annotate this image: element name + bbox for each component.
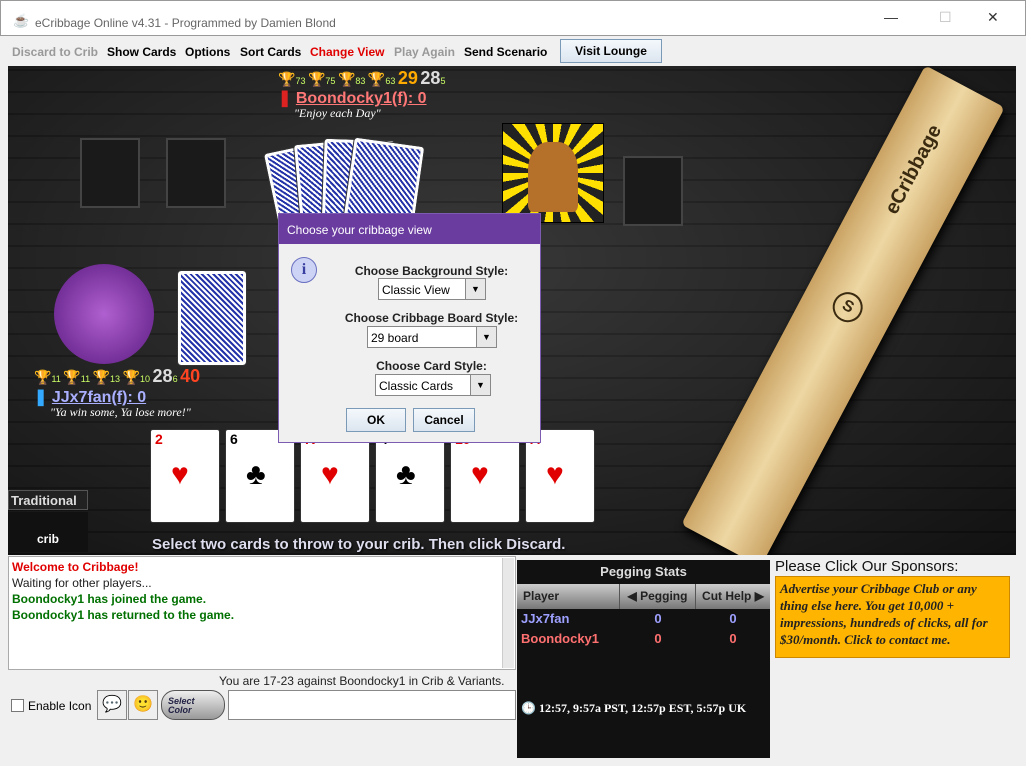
board-style-select[interactable]: 29 board ▼ (367, 326, 497, 348)
opponent-avatar[interactable] (502, 123, 604, 223)
silver-trophy-icon: 🏆 (63, 369, 81, 385)
chevron-down-icon: ▼ (465, 279, 485, 299)
bg-style-select[interactable]: Classic View ▼ (378, 278, 486, 300)
pegging-title: Pegging Stats (600, 564, 687, 579)
chat-message: Welcome to Cribbage! (12, 560, 139, 574)
card-suit: ♥ (171, 458, 189, 491)
chevron-down-icon: ▼ (476, 327, 496, 347)
menu-show-cards[interactable]: Show Cards (107, 45, 176, 59)
player-avatar[interactable] (54, 264, 154, 364)
hand-card[interactable]: 4♣ (375, 429, 445, 523)
select-color-button[interactable]: Select Color (161, 690, 225, 720)
menu-options[interactable]: Options (185, 45, 230, 59)
chat-message: Boondocky1 has joined the game. (12, 592, 207, 606)
board-style-label: Choose Cribbage Board Style: (344, 311, 519, 325)
empty-seat[interactable] (80, 138, 140, 208)
pegging-row: Boondocky1 0 0 (521, 631, 737, 646)
chat-scrollbar[interactable] (502, 558, 514, 668)
red-peg-icon: ❚ (278, 90, 292, 107)
chat-message: Waiting for other players... (12, 576, 152, 590)
player-quote: "Ya win some, Ya lose more!" (50, 405, 191, 419)
close-button[interactable]: ✕ (987, 9, 999, 26)
empty-seat[interactable] (166, 138, 226, 208)
minimize-button[interactable]: — (884, 9, 898, 25)
menu-bar: Discard to Crib Show Cards Options Sort … (8, 36, 1016, 66)
hand-card[interactable]: 6 ♣ (225, 429, 295, 523)
chevron-down-icon: ▼ (470, 375, 490, 395)
head-to-head-record: You are 17-23 against Boondocky1 in Crib… (219, 674, 505, 688)
visit-lounge-button[interactable]: Visit Lounge (560, 39, 662, 63)
card-rank: 6 (230, 431, 238, 447)
bronze-trophy-icon: 🏆 (337, 71, 356, 87)
hand-card[interactable]: A♥ (525, 429, 595, 523)
enable-icon-label: Enable Icon (28, 699, 92, 713)
card-rank: 2 (155, 431, 163, 447)
card-suit: ♥ (321, 458, 339, 491)
card-suit: ♣ (396, 458, 416, 491)
empty-seat[interactable] (623, 156, 683, 226)
title-bar: ☕ eCribbage Online v4.31 - Programmed by… (0, 0, 1026, 36)
bg-style-label: Choose Background Style: (354, 264, 509, 278)
menu-change-view[interactable]: Change View (310, 45, 384, 59)
app-icon: ☕ (13, 13, 30, 28)
card-suit: ♣ (246, 458, 266, 491)
dialog-title: Choose your cribbage view (279, 214, 540, 244)
clock-bar: 🕒 12:57, 9:57a PST, 12:57p EST, 5:57p UK (517, 696, 770, 720)
speech-bubble-icon[interactable]: 💬 (97, 690, 127, 720)
hand-card[interactable]: K♥ (300, 429, 370, 523)
menu-sort-cards[interactable]: Sort Cards (240, 45, 301, 59)
opponent-trophies: 🏆73 🏆75 🏆83 🏆63 29 285 (278, 68, 446, 88)
menu-play-again[interactable]: Play Again (394, 45, 455, 59)
teal-trophy-icon: 🏆 (122, 369, 140, 385)
opponent-level-b: 28 (420, 68, 441, 88)
sponsors-title: Please Click Our Sponsors: (775, 558, 959, 575)
teal-trophy-icon: 🏆 (367, 71, 386, 87)
bronze-trophy-icon: 🏆 (92, 369, 111, 385)
menu-send-scenario[interactable]: Send Scenario (464, 45, 547, 59)
card-suit: ♥ (546, 458, 564, 491)
maximize-button[interactable]: ☐ (939, 9, 952, 26)
cancel-button[interactable]: Cancel (413, 408, 475, 432)
crib-logo: crib (8, 512, 88, 552)
card-style-label: Choose Card Style: (376, 359, 487, 373)
board-logo: S (827, 286, 868, 328)
opponent-quote: "Enjoy each Day" (294, 106, 381, 120)
smiley-icon[interactable]: 🙂 (128, 690, 158, 720)
cribbage-board: eCribbage S (681, 66, 1005, 555)
column-player[interactable]: Player (517, 584, 620, 609)
chat-log[interactable]: Welcome to Cribbage! Waiting for other pl… (8, 556, 516, 670)
column-pegging[interactable]: ◀ Pegging (620, 584, 696, 609)
blue-peg-icon: ❚ (34, 389, 48, 406)
deck (177, 270, 247, 366)
hand-card[interactable]: 2 ♥ (150, 429, 220, 523)
game-mode-label: Traditional (8, 490, 88, 510)
gold-trophy-icon: 🏆 (34, 369, 52, 385)
opponent-level-a: 29 (397, 68, 418, 88)
clock-icon: 🕒 (521, 701, 536, 715)
instruction-text: Select two cards to throw to your crib. … (152, 536, 566, 553)
pegging-stats-panel: Pegging Stats Player ◀ Pegging Cut Help … (517, 560, 770, 758)
enable-icon-checkbox[interactable] (11, 699, 24, 712)
card-suit: ♥ (471, 458, 489, 491)
gold-trophy-icon: 🏆 (278, 71, 296, 87)
opponent-name: ❚ Boondocky1(f): 0 (278, 90, 427, 107)
sponsor-ad[interactable]: Advertise your Cribbage Club or any thin… (775, 576, 1010, 658)
ok-button[interactable]: OK (346, 408, 406, 432)
window-title: eCribbage Online v4.31 - Programmed by D… (35, 16, 336, 30)
pegging-row: JJx7fan 0 0 (521, 611, 737, 626)
player-trophies: 🏆11 🏆11 🏆13 🏆10 286 40 (34, 366, 201, 386)
chat-message: Boondocky1 has returned to the game. (12, 608, 235, 622)
menu-discard-to-crib[interactable]: Discard to Crib (12, 45, 98, 59)
silver-trophy-icon: 🏆 (307, 71, 326, 87)
view-dialog: Choose your cribbage view i Choose Backg… (278, 213, 541, 443)
player-name: ❚ JJx7fan(f): 0 (34, 389, 147, 406)
chat-input[interactable] (228, 690, 516, 720)
hand-card[interactable]: 10♥ (450, 429, 520, 523)
card-style-select[interactable]: Classic Cards ▼ (375, 374, 491, 396)
column-cut-help[interactable]: Cut Help ▶ (696, 584, 770, 609)
